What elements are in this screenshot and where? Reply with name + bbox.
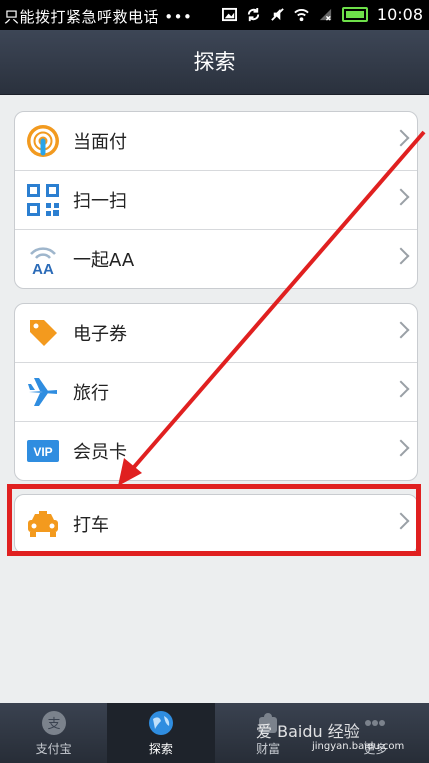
status-bar: 只能拨打紧急呼救电话 ••• 10:08: [0, 0, 429, 30]
tab-label: 支付宝: [35, 742, 72, 756]
status-notice: 只能拨打紧急呼救电话 •••: [4, 8, 193, 26]
menu-item-travel[interactable]: 旅行: [15, 362, 417, 421]
tab-label: 财富: [256, 742, 281, 756]
menu-item-face-pay[interactable]: 当面付: [15, 112, 417, 170]
menu-item-label: 一起AA: [73, 250, 135, 271]
plane-icon: [25, 374, 61, 410]
svg-text:支: 支: [47, 717, 60, 732]
menu-item-label: 扫一扫: [73, 191, 127, 212]
wifi-icon: [294, 9, 309, 22]
qr-scan-icon: [25, 182, 61, 218]
mute-icon: [271, 8, 284, 21]
menu-item-label: 旅行: [73, 383, 109, 404]
menu-item-coupon[interactable]: 电子券: [15, 304, 417, 362]
tab-label: 探索: [148, 742, 173, 756]
chevron-right-icon: [392, 188, 410, 206]
vip-badge-text: VIP: [33, 445, 52, 459]
menu-item-aa[interactable]: AA 一起AA: [15, 229, 417, 288]
menu-item-label: 当面付: [73, 132, 127, 153]
alipay-icon: 支: [41, 711, 66, 735]
chevron-right-icon: [392, 247, 410, 265]
menu-item-label: 会员卡: [73, 442, 127, 463]
clock: 10:08: [376, 5, 423, 24]
aa-icon: AA: [25, 241, 61, 277]
more-icon: [365, 720, 386, 726]
pay-face-icon: [25, 123, 61, 159]
sync-icon: [247, 7, 260, 22]
watermark-url: jingyan.baidu.com: [312, 741, 405, 752]
watermark-text: 爱 Baidu 经验: [256, 722, 360, 741]
menu-item-vip-card[interactable]: VIP 会员卡: [15, 421, 417, 480]
vip-card-icon: VIP: [25, 433, 61, 469]
globe-icon: [148, 711, 173, 735]
menu-item-scan[interactable]: 扫一扫: [15, 170, 417, 229]
menu-group-2: 电子券 旅行 VIP 会员卡: [14, 303, 418, 481]
chevron-right-icon: [392, 321, 410, 339]
highlight-box: [7, 484, 421, 556]
menu-group-1: 当面付 扫一扫 AA 一起AA: [14, 111, 418, 289]
svg-text:AA: AA: [32, 261, 54, 276]
coupon-icon: [25, 315, 61, 351]
tab-explore[interactable]: 探索: [107, 703, 215, 763]
chevron-right-icon: [392, 380, 410, 398]
tab-bar: 支 支付宝 探索 财富 更多: [0, 703, 429, 763]
page-title: 探索: [0, 30, 429, 95]
image-icon: [221, 7, 237, 22]
chevron-right-icon: [392, 439, 410, 457]
chevron-right-icon: [392, 129, 410, 147]
menu-item-label: 电子券: [73, 324, 127, 345]
no-signal-icon: [319, 8, 332, 21]
tab-alipay[interactable]: 支 支付宝: [0, 703, 107, 763]
battery-icon: [341, 7, 368, 22]
